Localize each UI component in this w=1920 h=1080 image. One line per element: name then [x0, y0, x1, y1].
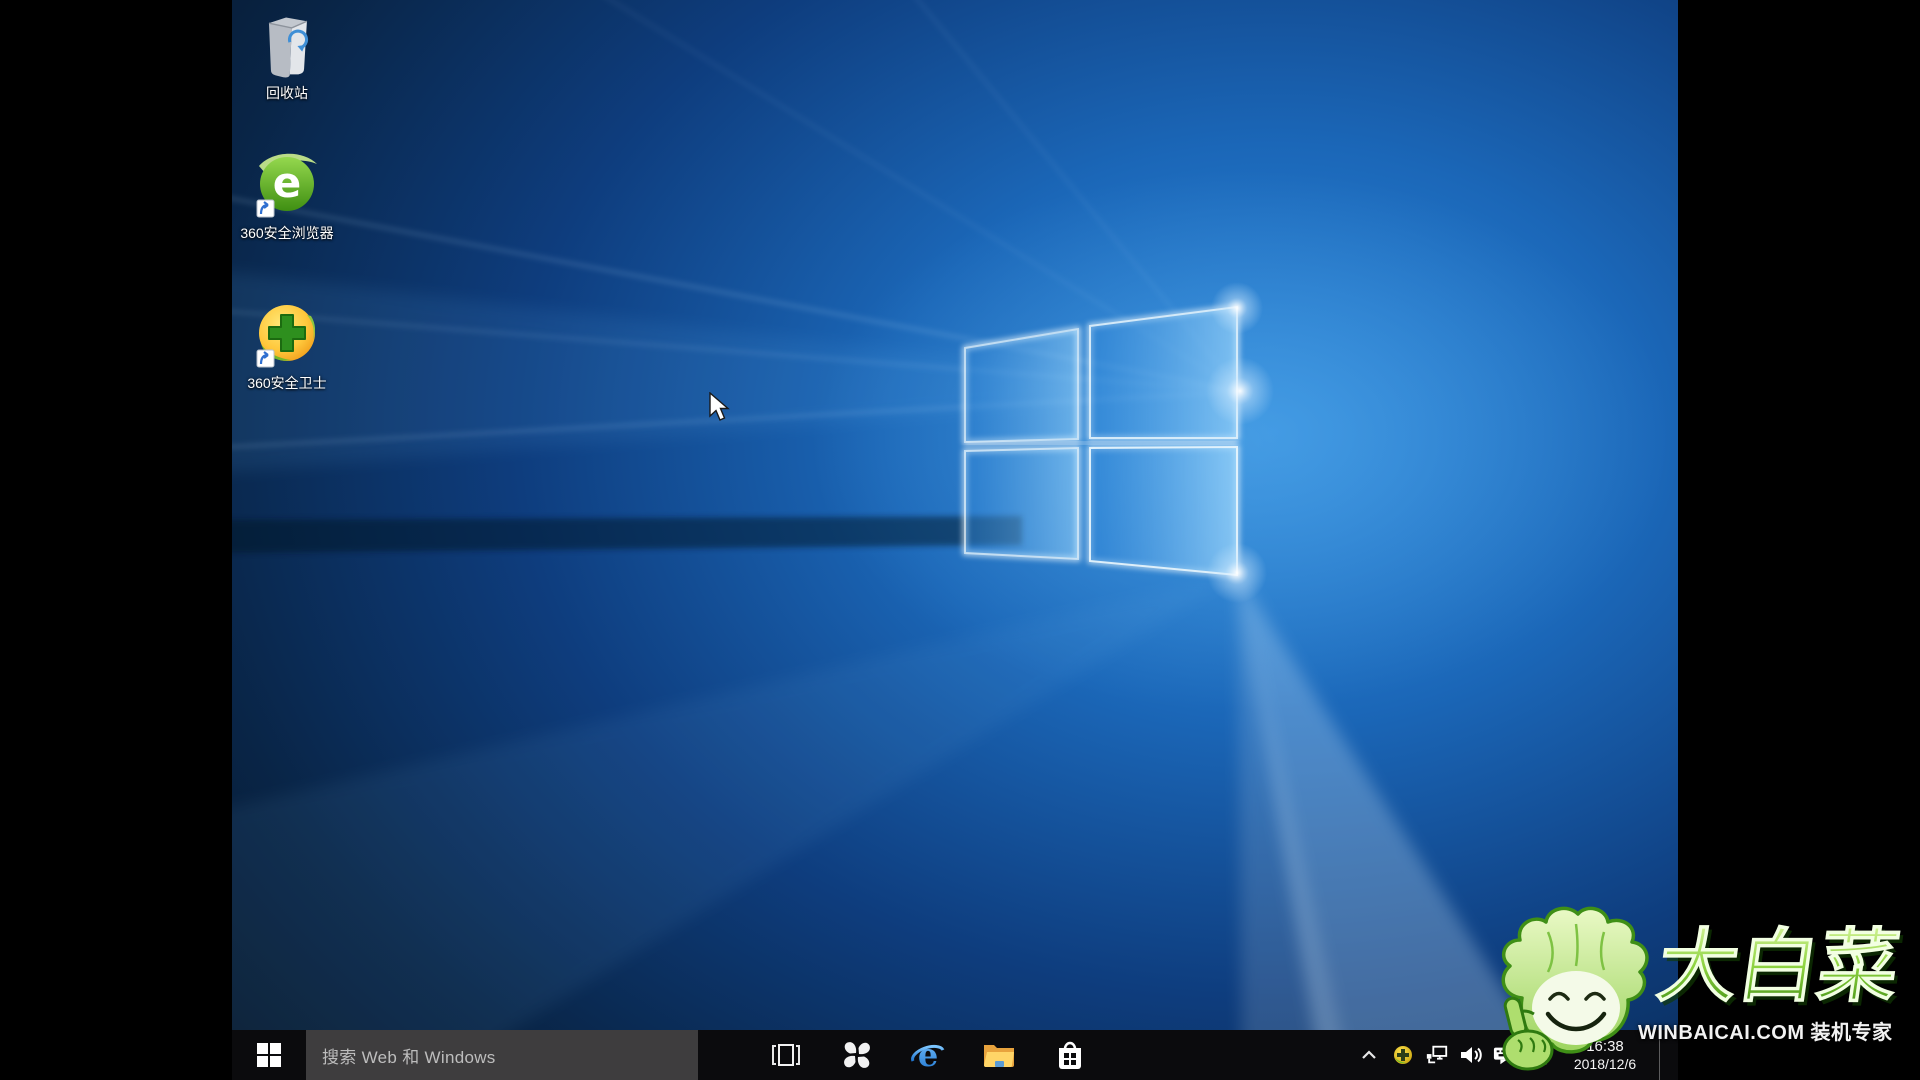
- windows-store-icon: [1055, 1039, 1085, 1071]
- pinwheel-app-button[interactable]: [826, 1030, 888, 1080]
- taskbar-empty-space: [1101, 1030, 1357, 1080]
- tray-360-safeguard-button[interactable]: [1391, 1030, 1415, 1080]
- tray-network-button[interactable]: [1425, 1030, 1449, 1080]
- desktop[interactable]: 回收站 e 360安全浏览器: [232, 0, 1678, 1080]
- shortcut-arrow-badge: [257, 200, 274, 217]
- brand-subtitle: WINBAICAI.COM 装机专家: [1638, 1016, 1920, 1045]
- windows-hero-wallpaper: [232, 0, 1678, 1080]
- taskbar-buttons: e: [755, 1030, 1101, 1080]
- desktop-icon-label: 回收站: [235, 84, 339, 102]
- brand-logo: 大白菜 大白菜: [1638, 912, 1920, 1016]
- desktop-icon-label: 360安全浏览器: [235, 224, 339, 242]
- desktop-icon-recycle-bin[interactable]: 回收站: [235, 8, 339, 102]
- 360-browser-icon: e: [251, 148, 323, 222]
- volume-icon: [1459, 1045, 1483, 1065]
- svg-text:e: e: [918, 1037, 938, 1073]
- recycle-bin-icon: [258, 8, 316, 82]
- mouse-cursor: [708, 392, 736, 424]
- taskbar-search-input[interactable]: 搜索 Web 和 Windows: [306, 1030, 698, 1080]
- 360-safeguard-icon: [251, 300, 323, 372]
- tray-chevron-up-button[interactable]: [1357, 1030, 1381, 1080]
- chevron-up-icon: [1361, 1050, 1377, 1060]
- desktop-icon-360-browser[interactable]: e 360安全浏览器: [235, 148, 339, 242]
- network-icon: [1425, 1044, 1449, 1066]
- desktop-icon-label: 360安全卫士: [235, 374, 339, 392]
- pinwheel-icon: [841, 1039, 873, 1071]
- file-explorer-button[interactable]: [968, 1030, 1030, 1080]
- screen: 回收站 e 360安全浏览器: [0, 0, 1920, 1080]
- 360-tray-icon: [1393, 1045, 1413, 1065]
- taskbar: 搜索 Web 和 Windows: [232, 1030, 1678, 1080]
- tray-volume-button[interactable]: [1459, 1030, 1483, 1080]
- file-explorer-icon: [982, 1041, 1016, 1069]
- internet-explorer-icon: e: [910, 1037, 946, 1073]
- task-view-button[interactable]: [755, 1030, 817, 1080]
- windows-logo-icon: [257, 1043, 281, 1067]
- windows-store-button[interactable]: [1039, 1030, 1101, 1080]
- search-placeholder: 搜索 Web 和 Windows: [322, 1043, 496, 1068]
- internet-explorer-button[interactable]: e: [897, 1030, 959, 1080]
- task-view-icon: [770, 1041, 802, 1069]
- dabaicai-watermark: 大白菜 大白菜 WINBAICAI.COM 装机专家: [1488, 900, 1920, 1080]
- desktop-icon-360-safeguard[interactable]: 360安全卫士: [235, 300, 339, 392]
- svg-text:e: e: [273, 158, 302, 207]
- start-button[interactable]: [232, 1030, 306, 1080]
- shortcut-arrow-badge: [257, 350, 274, 367]
- cabbage-mascot-icon: [1488, 902, 1660, 1080]
- brand-text: 大白菜: [1652, 922, 1905, 1012]
